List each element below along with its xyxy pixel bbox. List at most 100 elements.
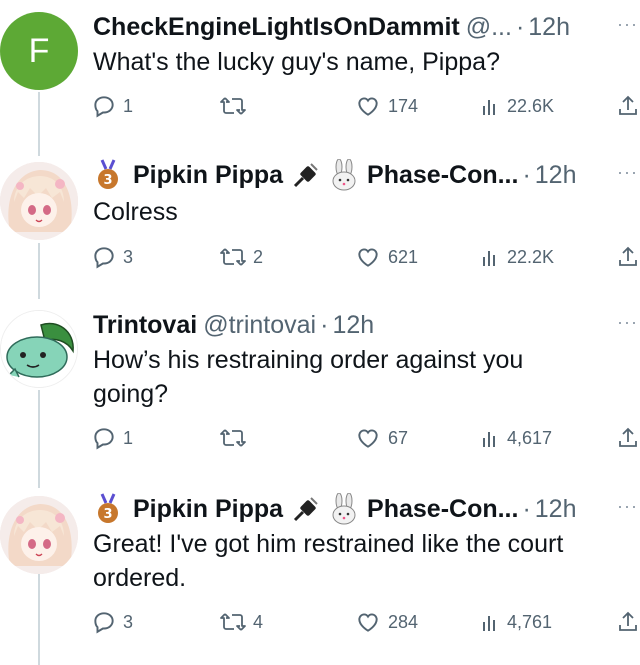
reply-button[interactable]: 1 (91, 91, 133, 121)
more-icon[interactable]: ··· (617, 14, 638, 35)
avatar-letter: F (28, 31, 50, 70)
rabbit-icon (329, 493, 359, 525)
reply-button[interactable]: 3 (91, 607, 133, 637)
reply-icon (94, 96, 114, 118)
action-bar: 1 174 22.6K (91, 91, 640, 121)
views-count: 4,617 (507, 427, 553, 448)
reply-icon (94, 247, 114, 269)
views-count: 22.2K (507, 246, 555, 267)
views-icon (483, 251, 495, 266)
like-icon (358, 613, 378, 632)
separator-dot: · (515, 12, 525, 41)
retweet-icon (220, 429, 246, 447)
thread-line-2 (38, 243, 40, 299)
views-count: 22.6K (507, 95, 555, 116)
like-icon (358, 429, 378, 448)
handle[interactable]: @... (466, 13, 512, 42)
tweet-text-line: What's the lucky guy's name, Pippa? (93, 48, 500, 76)
like-button[interactable]: 284 (354, 607, 418, 637)
tweet-header: 3 Pipkin Pippa Phase-Con... · 12h (93, 492, 577, 526)
share-icon (619, 95, 637, 115)
timestamp[interactable]: 12h (332, 311, 374, 340)
retweet-icon (220, 613, 246, 631)
views-icon (483, 616, 495, 631)
tweet-text: What's the lucky guy's name, Pippa? (93, 45, 633, 79)
anime-girl-avatar (0, 162, 78, 240)
tweet-text-line: going? (93, 380, 169, 408)
tweet-text-line: How’s his restraining order against you (93, 346, 524, 374)
timestamp[interactable]: 12h (535, 495, 577, 524)
reply-count: 1 (123, 427, 134, 448)
views-count: 4,761 (507, 611, 553, 632)
more-icon[interactable]: ··· (617, 312, 638, 333)
display-name[interactable]: Pipkin Pippa (133, 495, 283, 524)
avatar[interactable] (0, 310, 78, 388)
retweet-icon (220, 248, 246, 266)
reply-icon (94, 612, 114, 634)
retweet-button[interactable]: 2 (219, 242, 263, 272)
retweet-count: 2 (253, 246, 264, 267)
timestamp[interactable]: 12h (535, 161, 577, 190)
like-icon (358, 97, 378, 116)
retweet-icon (220, 97, 246, 115)
display-name[interactable]: CheckEngineLightIsOnDammit (93, 13, 460, 42)
separator-dot: · (522, 494, 531, 523)
avatar[interactable]: F (0, 12, 78, 90)
reply-button[interactable]: 1 (91, 423, 133, 453)
handle[interactable]: Phase-Con... (367, 161, 518, 190)
tweet-header: 3 Pipkin Pippa Phase-Con... · 12h (93, 158, 577, 192)
tweet-header: Trintovai @trintovai · 12h (93, 308, 374, 342)
share-button[interactable] (616, 607, 640, 637)
retweet-count: 4 (253, 611, 264, 632)
retweet-button[interactable] (219, 91, 253, 121)
share-icon (619, 611, 637, 631)
svg-text:3: 3 (103, 173, 112, 188)
tweet-text-line: Colress (93, 198, 178, 226)
views-button[interactable]: 4,617 (481, 423, 552, 453)
tweet-text: Colress (93, 195, 633, 229)
like-button[interactable]: 67 (354, 423, 408, 453)
rabbit-icon (329, 159, 359, 191)
thread-line-1 (38, 92, 40, 156)
reply-button[interactable]: 3 (91, 242, 133, 272)
avatar[interactable] (0, 162, 78, 240)
like-button[interactable]: 621 (354, 242, 418, 272)
separator-dot: · (320, 310, 329, 339)
separator-dot: · (522, 160, 531, 189)
like-count: 174 (388, 95, 419, 116)
share-button[interactable] (616, 242, 640, 272)
thread-line-3 (38, 390, 40, 488)
reply-count: 3 (123, 246, 134, 267)
views-button[interactable]: 22.6K (481, 91, 554, 121)
like-icon (358, 248, 378, 267)
avatar[interactable] (0, 496, 78, 574)
like-button[interactable]: 174 (354, 91, 418, 121)
tweet-text: Great! I've got him restrained like the … (93, 527, 633, 595)
display-name[interactable]: Pipkin Pippa (133, 161, 283, 190)
plug-icon (291, 493, 321, 525)
action-bar: 3 2 621 22.2K (91, 242, 640, 272)
handle[interactable]: @trintovai (203, 311, 316, 340)
retweet-button[interactable] (219, 423, 253, 453)
reply-icon (94, 428, 114, 450)
plug-icon (291, 159, 321, 191)
share-icon (619, 427, 637, 447)
reply-count: 1 (123, 95, 134, 116)
like-count: 621 (388, 246, 419, 267)
retweet-button[interactable]: 4 (219, 607, 263, 637)
like-count: 67 (388, 427, 409, 448)
timestamp[interactable]: 12h (528, 13, 570, 42)
more-icon[interactable]: ··· (617, 496, 638, 517)
more-icon[interactable]: ··· (617, 162, 638, 183)
bulbasaur-avatar (1, 311, 77, 387)
handle[interactable]: Phase-Con... (367, 495, 518, 524)
share-button[interactable] (616, 91, 640, 121)
bronze-medal-icon: 3 (93, 492, 123, 526)
like-count: 284 (388, 611, 419, 632)
display-name[interactable]: Trintovai (93, 311, 197, 340)
tweet-text-line: Great! I've got him restrained like the … (93, 530, 564, 558)
views-button[interactable]: 4,761 (481, 607, 552, 637)
views-icon (483, 432, 495, 447)
share-button[interactable] (616, 423, 640, 453)
views-button[interactable]: 22.2K (481, 242, 554, 272)
